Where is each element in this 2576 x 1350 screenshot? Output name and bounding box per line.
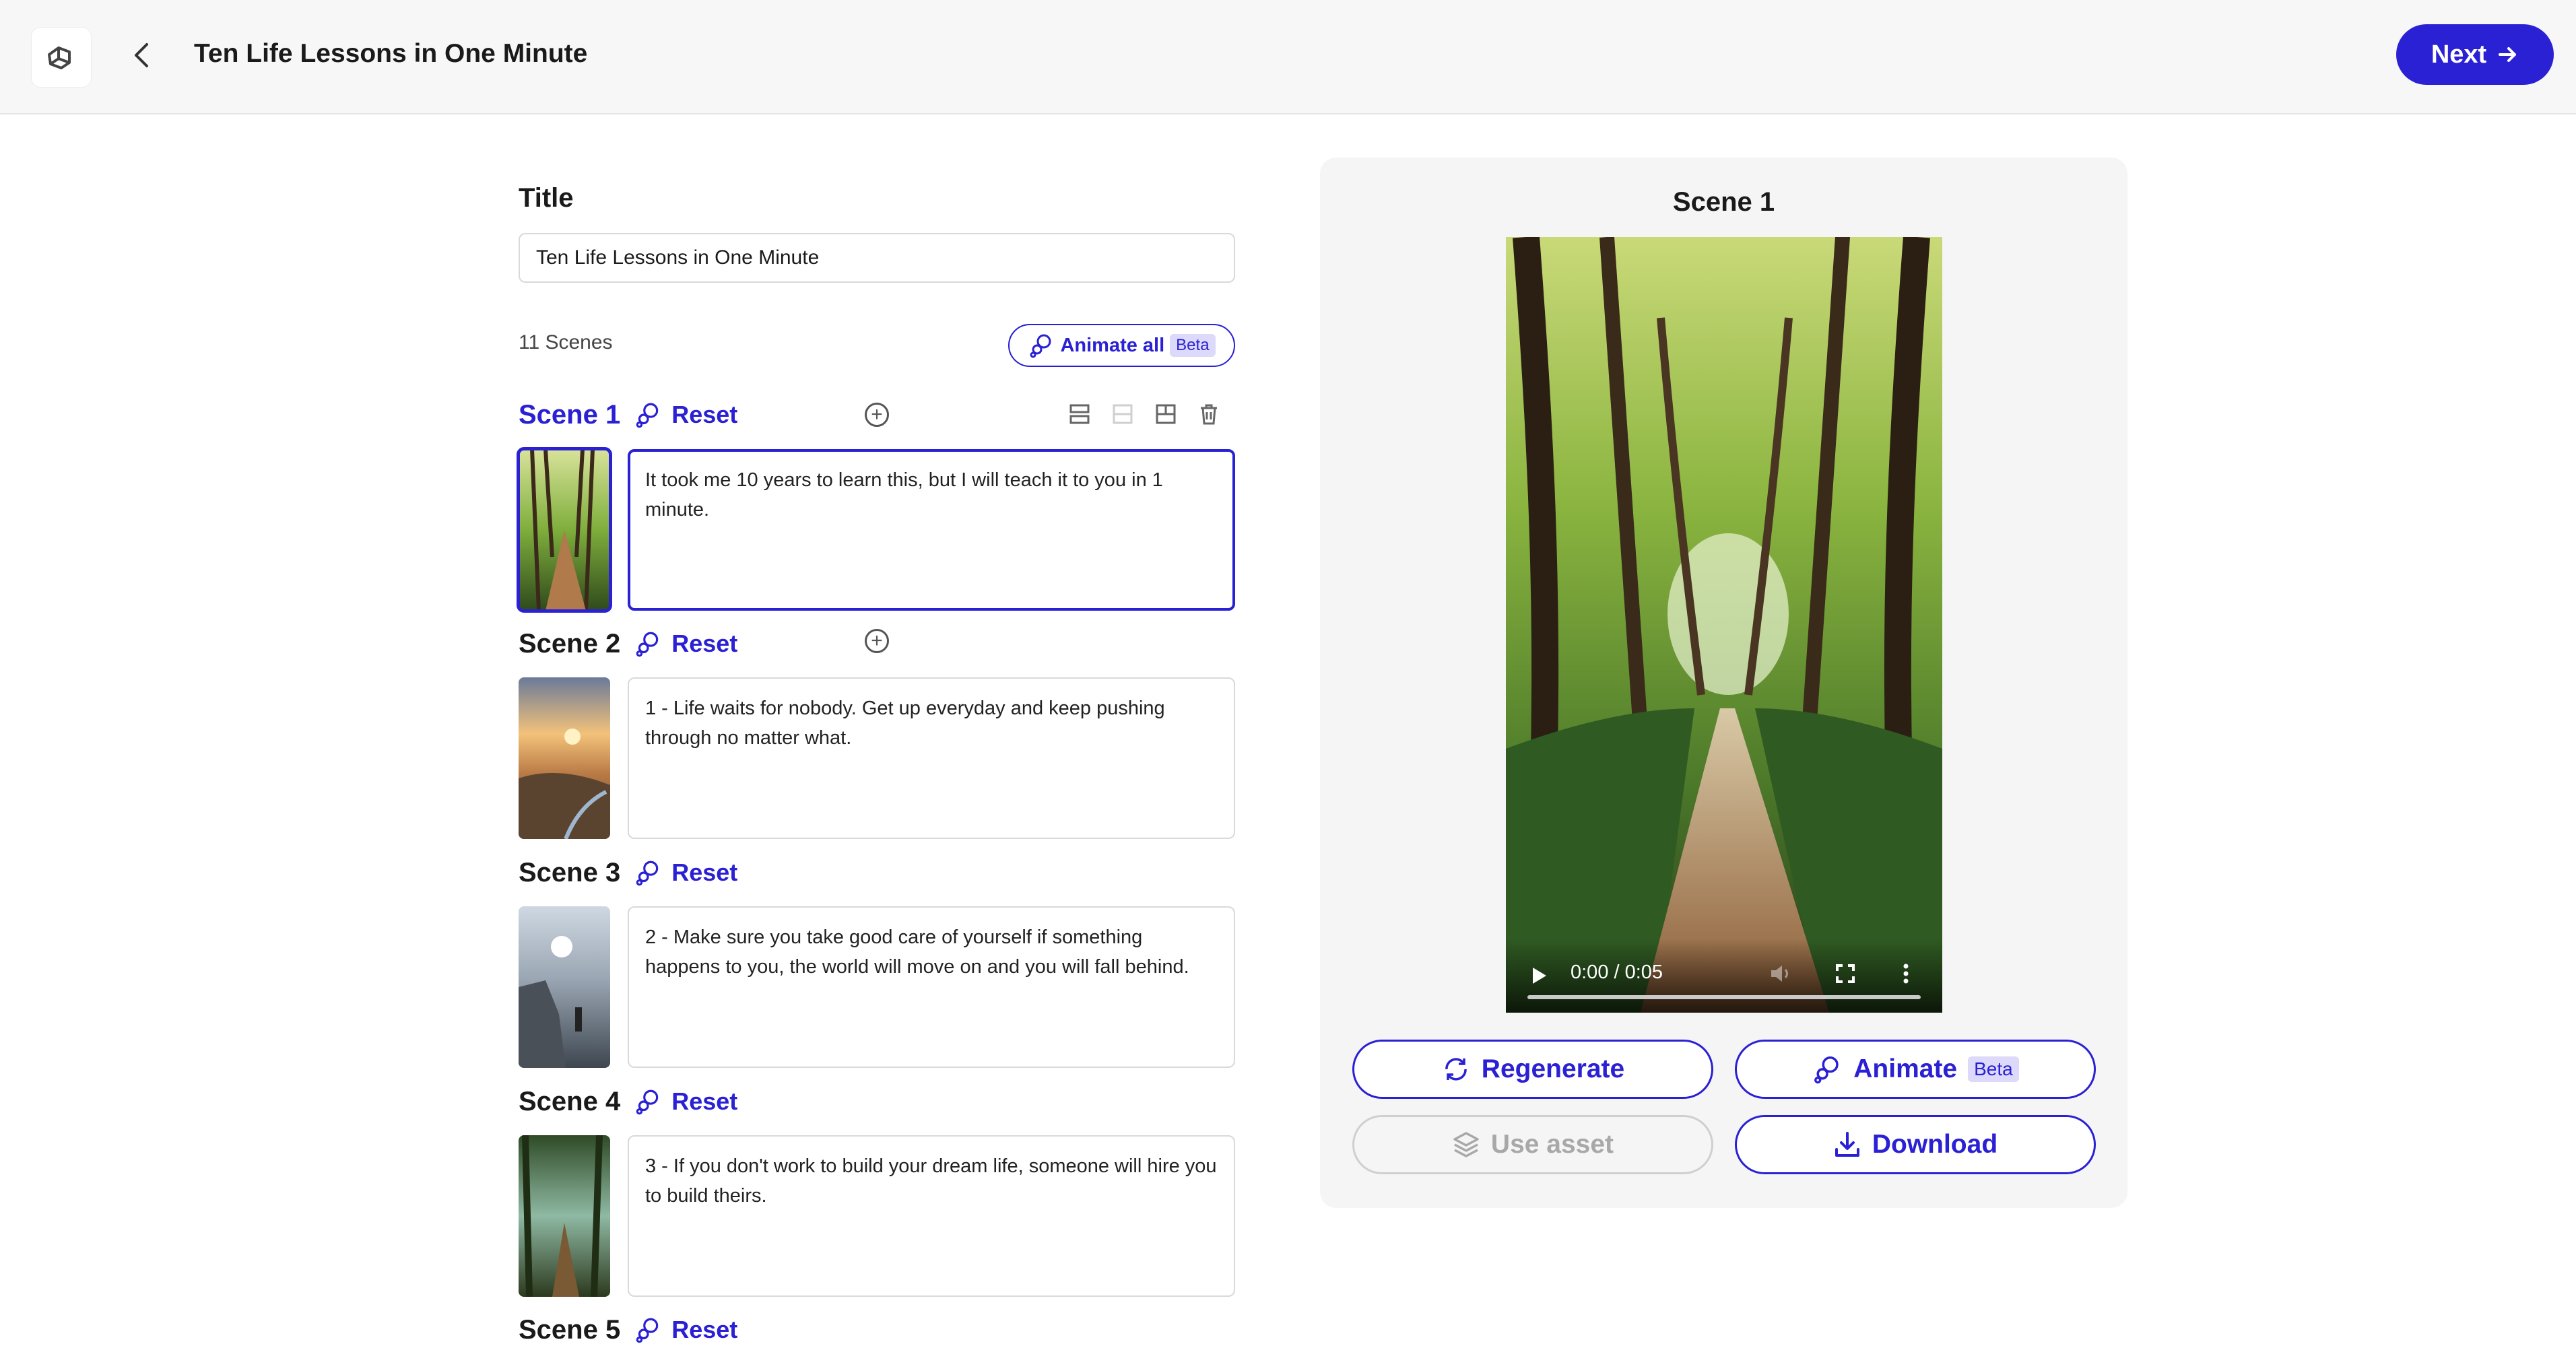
layers-icon: [1453, 1132, 1479, 1157]
animate-all-label: Animate all: [1060, 334, 1165, 356]
animate-label: Animate: [1853, 1054, 1958, 1083]
scene-header: Scene 5 Reset: [519, 1310, 737, 1350]
page-title: Ten Life Lessons in One Minute: [194, 39, 588, 68]
scene-name[interactable]: Scene 2: [519, 629, 620, 659]
preview-panel: Scene 1 0:00 / 0:05 Regenerate Animate B…: [1320, 158, 2127, 1208]
beta-badge: Beta: [1968, 1056, 2019, 1082]
use-asset-label: Use asset: [1490, 1130, 1614, 1159]
merge-down-icon[interactable]: [1153, 401, 1179, 427]
next-button[interactable]: Next: [2396, 24, 2554, 85]
arrow-right-icon: [2499, 47, 2517, 62]
trash-icon[interactable]: [1196, 401, 1222, 427]
title-input[interactable]: [519, 233, 1235, 283]
reset-label: Reset: [671, 1087, 738, 1115]
scene-text[interactable]: 1 - Life waits for nobody. Get up everyd…: [628, 677, 1235, 839]
scene-text[interactable]: It took me 10 years to learn this, but I…: [628, 449, 1235, 611]
animate-icon: [1030, 334, 1051, 358]
animate-all-button[interactable]: Animate all Beta: [1008, 324, 1235, 367]
scene-count: 11 Scenes: [519, 331, 613, 353]
download-icon: [1835, 1132, 1859, 1157]
scene-header: Scene 1 Reset: [519, 395, 737, 435]
play-icon[interactable]: [1530, 966, 1549, 986]
scene-name[interactable]: Scene 3: [519, 858, 620, 888]
regenerate-label: Regenerate: [1481, 1054, 1625, 1083]
reset-label: Reset: [671, 858, 738, 886]
scene-thumbnail[interactable]: [519, 1135, 610, 1297]
fullscreen-icon[interactable]: [1835, 963, 1856, 984]
animate-icon: [636, 1318, 659, 1343]
scene-name[interactable]: Scene 5: [519, 1315, 620, 1345]
reset-label: Reset: [671, 630, 738, 657]
top-bar: Ten Life Lessons in One Minute Next: [0, 0, 2576, 114]
back-icon[interactable]: [125, 35, 158, 75]
preview-title: Scene 1: [1672, 187, 1775, 217]
download-label: Download: [1872, 1130, 1998, 1159]
add-scene-icon[interactable]: +: [865, 629, 889, 653]
video-frame: [1506, 237, 1942, 1013]
volume-icon[interactable]: [1769, 963, 1793, 984]
scene-thumbnail[interactable]: [519, 677, 610, 839]
animate-icon: [636, 860, 659, 886]
reset-button[interactable]: Reset: [634, 1316, 737, 1344]
logo-icon[interactable]: [31, 27, 92, 88]
beta-badge: Beta: [1170, 334, 1216, 357]
merge-up-icon[interactable]: [1110, 401, 1135, 427]
video-progress-bar[interactable]: [1527, 995, 1921, 999]
reset-button[interactable]: Reset: [634, 1087, 737, 1116]
reset-label: Reset: [671, 401, 738, 428]
add-scene-icon[interactable]: +: [865, 403, 889, 427]
scene-thumbnail[interactable]: [517, 447, 612, 613]
scene-header: Scene 3 Reset: [519, 852, 737, 893]
use-asset-button[interactable]: Use asset: [1352, 1115, 1713, 1174]
video-time: 0:00 / 0:05: [1571, 961, 1663, 983]
scene-thumbnail[interactable]: [519, 906, 610, 1068]
reset-button[interactable]: Reset: [634, 401, 737, 429]
more-options-icon[interactable]: [1902, 963, 1910, 984]
download-button[interactable]: Download: [1735, 1115, 2096, 1174]
scene-name[interactable]: Scene 4: [519, 1087, 620, 1117]
split-scene-icon[interactable]: [1067, 401, 1092, 427]
animate-icon: [636, 1089, 659, 1115]
reset-button[interactable]: Reset: [634, 630, 737, 658]
video-player[interactable]: 0:00 / 0:05: [1506, 237, 1942, 1013]
next-label: Next: [2431, 40, 2487, 69]
video-controls: 0:00 / 0:05: [1506, 939, 1942, 1013]
animate-icon: [1814, 1056, 1839, 1084]
reset-button[interactable]: Reset: [634, 858, 737, 887]
regenerate-icon: [1445, 1058, 1467, 1081]
scene-header: Scene 4 Reset: [519, 1081, 737, 1122]
regenerate-button[interactable]: Regenerate: [1352, 1040, 1713, 1099]
scene-text[interactable]: 3 - If you don't work to build your drea…: [628, 1135, 1235, 1297]
title-label: Title: [519, 183, 574, 213]
scene-header: Scene 2 Reset: [519, 623, 737, 664]
reset-label: Reset: [671, 1316, 738, 1343]
animate-icon: [636, 632, 659, 657]
animate-button[interactable]: Animate Beta: [1735, 1040, 2096, 1099]
scene-name[interactable]: Scene 1: [519, 400, 620, 430]
animate-icon: [636, 403, 659, 428]
scene-text[interactable]: 2 - Make sure you take good care of your…: [628, 906, 1235, 1068]
scene-toolbar: [1067, 401, 1222, 427]
